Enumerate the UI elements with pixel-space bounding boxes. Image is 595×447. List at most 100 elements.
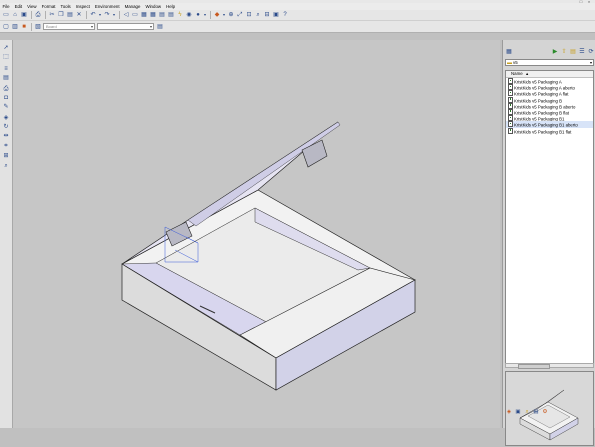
menu-view[interactable]: View bbox=[25, 3, 39, 10]
paste-icon[interactable]: ▤ bbox=[66, 11, 74, 19]
style-combo[interactable]: ▾ bbox=[97, 23, 154, 30]
menu-bar: File Edit View Format Tools Inspect Envi… bbox=[0, 3, 595, 10]
chevron-down-icon: ▾ bbox=[90, 24, 93, 29]
redo-icon[interactable]: ↷ bbox=[103, 11, 111, 19]
color-tool-icon[interactable]: ■ bbox=[20, 23, 28, 31]
undo-icon[interactable]: ↶ bbox=[89, 11, 97, 19]
layer-combo[interactable]: Board ▾ bbox=[43, 23, 95, 30]
target-icon[interactable]: ⊕ bbox=[227, 11, 235, 19]
browser-home-icon[interactable]: ▦ bbox=[505, 48, 513, 56]
toolbar-separator bbox=[31, 11, 32, 19]
grid-icon[interactable]: ▦ bbox=[149, 11, 157, 19]
menu-inspect[interactable]: Inspect bbox=[73, 3, 92, 10]
file-icon bbox=[508, 84, 513, 91]
sphere-dropdown-icon[interactable]: ▾ bbox=[203, 11, 207, 19]
print-icon[interactable]: ⎙ bbox=[34, 11, 42, 19]
toolbar-separator bbox=[86, 11, 87, 19]
file-icon bbox=[508, 121, 513, 128]
zoom-window-icon[interactable]: ⊡ bbox=[245, 11, 253, 19]
shape-dropdown-icon[interactable]: ▾ bbox=[222, 11, 226, 19]
select-tool-icon[interactable]: ▢ bbox=[2, 23, 10, 31]
chevron-down-icon: ▾ bbox=[149, 24, 152, 29]
globe-icon[interactable]: ◉ bbox=[185, 11, 193, 19]
open-folder-icon[interactable]: ⌂ bbox=[11, 11, 19, 19]
menu-manage[interactable]: Manage bbox=[122, 3, 143, 10]
menu-environment[interactable]: Environment bbox=[92, 3, 122, 10]
back-icon[interactable]: ◁ bbox=[122, 11, 130, 19]
zoom-fit-icon[interactable]: ⤢ bbox=[236, 11, 244, 19]
file-icon bbox=[508, 90, 513, 97]
search-icon[interactable]: ⌕ bbox=[523, 408, 531, 416]
help-pointer-icon[interactable]: ? bbox=[281, 11, 289, 19]
toolbar-separator bbox=[45, 11, 46, 19]
format-toolbar: ▢ ▥ ■ ▧ Board ▾ ▾ ▤ bbox=[0, 21, 595, 33]
select-arrow-icon[interactable]: ➚ bbox=[2, 45, 10, 52]
delete-icon[interactable]: ✕ bbox=[75, 11, 83, 19]
table-icon[interactable]: ▤ bbox=[158, 11, 166, 19]
shape-icon[interactable]: ◆ bbox=[213, 11, 221, 19]
menu-help[interactable]: Help bbox=[164, 3, 178, 10]
folder-view-icon[interactable]: ▣ bbox=[514, 408, 522, 416]
edit-node-icon[interactable]: ⬚ bbox=[2, 54, 10, 61]
undo-dropdown-icon[interactable]: ▾ bbox=[98, 11, 102, 19]
view-icon[interactable]: ▣ bbox=[272, 11, 280, 19]
monitor-icon[interactable]: ▭ bbox=[131, 11, 139, 19]
rotate-icon[interactable]: ↻ bbox=[2, 124, 10, 131]
file-icon bbox=[508, 127, 513, 134]
menu-file[interactable]: File bbox=[0, 3, 12, 10]
menu-tools[interactable]: Tools bbox=[58, 3, 73, 10]
zoom-icon[interactable]: ⌕ bbox=[2, 163, 10, 170]
forward-icon[interactable]: ▶ bbox=[551, 48, 559, 56]
layers-tool-icon[interactable]: ▥ bbox=[11, 23, 19, 31]
file-list[interactable]: Name ▴ KristKids v5 Packaging A KristKid… bbox=[505, 70, 594, 366]
details-icon[interactable]: ▤ bbox=[532, 408, 540, 416]
refresh-icon[interactable]: ⟳ bbox=[587, 48, 595, 56]
new-folder-icon[interactable]: ▤ bbox=[569, 48, 577, 56]
cut-icon[interactable]: ✂ bbox=[48, 11, 56, 19]
file-browser-bottom-toolbar: ◈ ▣ ⌕ ▤ ⚙ bbox=[505, 407, 594, 417]
packaging-box-model[interactable] bbox=[13, 40, 500, 428]
print-icon[interactable]: ⎙ bbox=[2, 86, 10, 93]
main-toolbar: ▭ ⌂ ▣ ⎙ ✂ ❐ ▤ ✕ ↶ ▾ ↷ ▾ ◁ ▭ ▦ ▦ ▤ ▤ ϟ ◉ … bbox=[0, 10, 595, 21]
save-icon[interactable]: ▣ bbox=[20, 11, 28, 19]
zoom-out-icon[interactable]: ⊟ bbox=[263, 11, 271, 19]
list-item[interactable]: KristKids v5 Packaging B1 flat bbox=[506, 127, 593, 134]
grid-icon[interactable]: ⊞ bbox=[2, 153, 10, 160]
table2-icon[interactable]: ▤ bbox=[167, 11, 175, 19]
up-folder-icon[interactable]: ⇧ bbox=[560, 48, 568, 56]
paint-icon[interactable]: ◈ bbox=[2, 115, 10, 122]
scrollbar-thumb[interactable] bbox=[518, 364, 550, 369]
layer-icon[interactable]: ▧ bbox=[34, 23, 42, 31]
line-icon[interactable]: ≡ bbox=[2, 66, 10, 73]
folder-icon: ▬ bbox=[507, 60, 512, 66]
redo-dropdown-icon[interactable]: ▾ bbox=[112, 11, 116, 19]
layers-icon[interactable]: ▦ bbox=[140, 11, 148, 19]
rect-icon[interactable]: ▤ bbox=[2, 75, 10, 82]
sort-asc-icon: ▴ bbox=[526, 71, 529, 76]
mode-icon[interactable]: ◈ bbox=[505, 408, 513, 416]
file-icon bbox=[508, 108, 513, 115]
settings-icon[interactable]: ⚙ bbox=[541, 408, 549, 416]
new-file-icon[interactable]: ▭ bbox=[2, 11, 10, 19]
column-header-name[interactable]: Name ▴ bbox=[506, 71, 593, 78]
folder-path-combo[interactable]: ▬ v5 ▾ bbox=[505, 59, 594, 66]
menu-window[interactable]: Window bbox=[143, 3, 164, 10]
camera-icon[interactable]: ◘ bbox=[2, 95, 10, 102]
file-icon bbox=[508, 96, 513, 103]
bolt-icon[interactable]: ϟ bbox=[176, 11, 184, 19]
menu-format[interactable]: Format bbox=[39, 3, 58, 10]
zoom-icon[interactable]: ⌕ bbox=[254, 11, 262, 19]
file-icon bbox=[508, 78, 513, 84]
3d-viewport[interactable] bbox=[13, 40, 500, 428]
pencil-icon[interactable]: ✎ bbox=[2, 104, 10, 111]
copy-icon[interactable]: ❐ bbox=[57, 11, 65, 19]
file-icon bbox=[508, 115, 513, 122]
sphere-icon[interactable]: ● bbox=[194, 11, 202, 19]
measure-icon[interactable]: ⌗ bbox=[2, 143, 10, 150]
horizontal-scrollbar[interactable] bbox=[505, 363, 594, 369]
view-list-icon[interactable]: ☰ bbox=[578, 48, 586, 56]
dimension-icon[interactable]: ⇹ bbox=[2, 133, 10, 140]
file-icon bbox=[508, 102, 513, 109]
properties-icon[interactable]: ▤ bbox=[156, 23, 164, 31]
menu-edit[interactable]: Edit bbox=[12, 3, 25, 10]
